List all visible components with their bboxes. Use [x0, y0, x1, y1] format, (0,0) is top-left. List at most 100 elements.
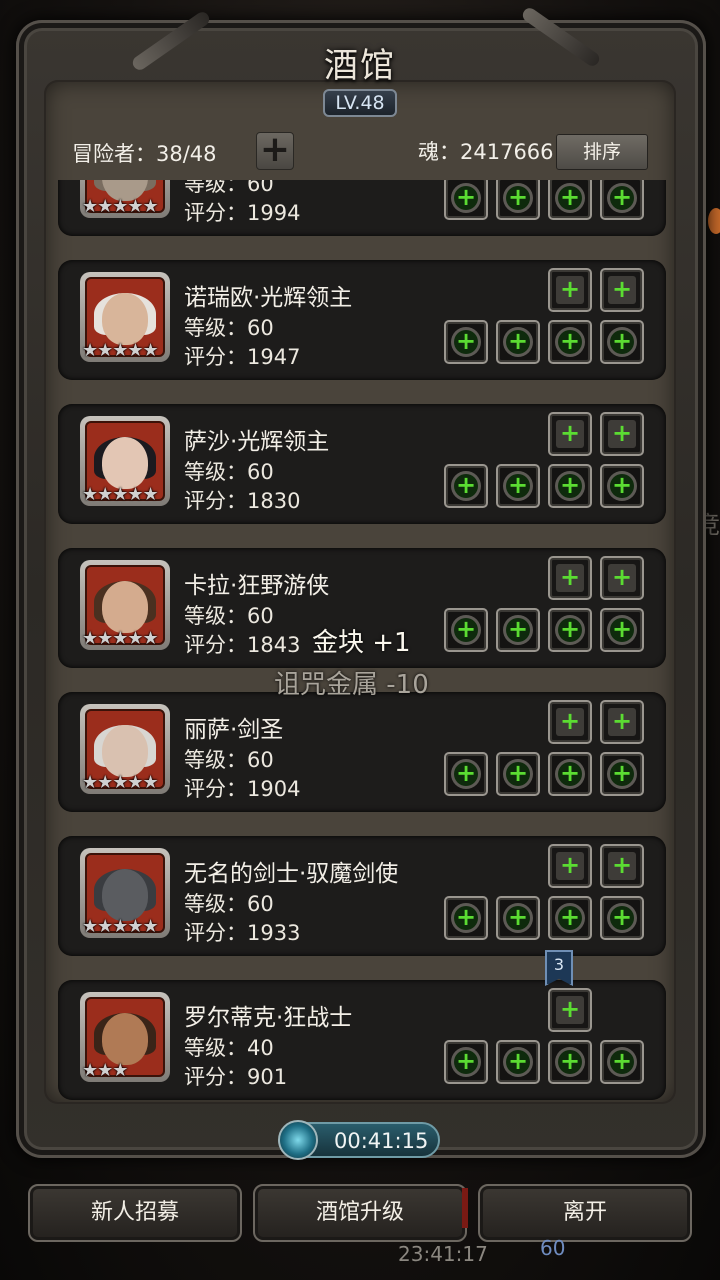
- recruit-button[interactable]: 新人招募: [28, 1184, 242, 1242]
- add-icon: +: [558, 615, 582, 643]
- equipment-slot[interactable]: +: [444, 180, 488, 220]
- skill-slot[interactable]: +: [600, 268, 644, 312]
- add-icon: +: [611, 563, 633, 591]
- skill-slot[interactable]: +: [548, 556, 592, 600]
- portrait-face: [102, 580, 148, 633]
- equipment-slot[interactable]: +: [496, 752, 540, 796]
- equipment-slot[interactable]: +: [496, 180, 540, 220]
- equipment-slot[interactable]: +: [444, 896, 488, 940]
- portrait-face: [102, 292, 148, 345]
- add-icon: +: [558, 471, 582, 499]
- bottom-counter: 60: [540, 1236, 566, 1260]
- add-icon: +: [506, 327, 530, 355]
- adventurer-row[interactable]: ★★★★★ 无名的剑士·驭魔剑使 等级：60 评分：1933 + + + + + +: [58, 836, 666, 956]
- adventurer-row[interactable]: ★★★ 罗尔蒂克·狂战士 等级：40 评分：901 + + + + +: [58, 980, 666, 1100]
- equipment-slot[interactable]: +: [444, 464, 488, 508]
- equipment-slot[interactable]: +: [600, 320, 644, 364]
- page-title: 酒馆: [324, 46, 396, 86]
- add-icon: +: [558, 1047, 582, 1075]
- soul-count: 魂：2417666: [418, 140, 554, 164]
- equipment-slot[interactable]: +: [496, 896, 540, 940]
- equipment-slot[interactable]: +: [600, 180, 644, 220]
- add-icon: +: [610, 183, 634, 211]
- equipment-slot[interactable]: +: [496, 608, 540, 652]
- equipment-slot[interactable]: +: [600, 896, 644, 940]
- portrait-face: [102, 436, 148, 489]
- skill-slot[interactable]: +: [548, 412, 592, 456]
- add-icon: +: [506, 903, 530, 931]
- star-rating: ★★★★★: [82, 916, 159, 937]
- side-indicator: [708, 208, 720, 234]
- upgrade-tavern-button[interactable]: 酒馆升级: [253, 1184, 467, 1242]
- equipment-slot[interactable]: +: [548, 1040, 592, 1084]
- add-icon: +: [454, 615, 478, 643]
- add-icon: +: [610, 327, 634, 355]
- add-icon: +: [506, 183, 530, 211]
- star-rating: ★★★★★: [82, 484, 159, 505]
- equipment-slot[interactable]: +: [444, 320, 488, 364]
- add-icon: +: [611, 851, 633, 879]
- adventurer-row[interactable]: ★★★★★ 诺瑞欧·光辉领主 等级：60 评分：1947 + + + + + +: [58, 260, 666, 380]
- leave-button[interactable]: 离开: [478, 1184, 692, 1242]
- equipment-slot[interactable]: +: [548, 464, 592, 508]
- adventurer-score: 评分：1904: [184, 777, 301, 801]
- expand-slots-button[interactable]: +: [256, 132, 294, 170]
- skill-slot[interactable]: +: [548, 844, 592, 888]
- add-icon: +: [610, 1047, 634, 1075]
- equipment-slot[interactable]: +: [548, 320, 592, 364]
- adventurer-name: 丽萨·剑圣: [184, 717, 284, 743]
- gold-gain-popup: 金块 +1: [312, 628, 411, 658]
- add-icon: +: [559, 419, 581, 447]
- equipment-slot[interactable]: +: [600, 1040, 644, 1084]
- equipment-slot[interactable]: +: [548, 180, 592, 220]
- adventurer-score: 评分：1830: [184, 489, 301, 513]
- skill-slot[interactable]: +: [548, 700, 592, 744]
- add-icon: +: [610, 903, 634, 931]
- add-icon: +: [611, 707, 633, 735]
- add-icon: +: [610, 615, 634, 643]
- adventurer-score: 评分：1994: [184, 201, 301, 225]
- equipment-slot[interactable]: +: [548, 752, 592, 796]
- skill-slot[interactable]: +: [600, 700, 644, 744]
- adventurer-row[interactable]: ★★★★★ 萨沙·光辉领主 等级：60 评分：1830 + + + + + +: [58, 404, 666, 524]
- equipment-slot[interactable]: +: [600, 608, 644, 652]
- add-icon: +: [610, 759, 634, 787]
- star-rating: ★★★★★: [82, 628, 159, 649]
- skill-slot[interactable]: +: [600, 844, 644, 888]
- equipment-slot[interactable]: +: [496, 464, 540, 508]
- add-icon: +: [611, 275, 633, 303]
- add-icon: +: [559, 995, 581, 1023]
- timer-text: 00:41:15: [334, 1129, 429, 1153]
- skill-slot[interactable]: +: [600, 556, 644, 600]
- equipment-slot[interactable]: +: [444, 752, 488, 796]
- equipment-slot[interactable]: +: [548, 608, 592, 652]
- equipment-slot[interactable]: +: [444, 608, 488, 652]
- adventurer-level: 等级：40: [184, 1036, 274, 1060]
- adventurer-level: 等级：60: [184, 180, 274, 196]
- adventurer-level: 等级：60: [184, 892, 274, 916]
- equipment-slot[interactable]: +: [600, 752, 644, 796]
- equipment-slot[interactable]: +: [496, 1040, 540, 1084]
- add-icon: +: [454, 903, 478, 931]
- adventurer-row[interactable]: ★★★★★ 等级：60 评分：1994 + + + +: [58, 180, 666, 236]
- add-icon: +: [454, 471, 478, 499]
- adventurer-score: 评分：1947: [184, 345, 301, 369]
- adventurer-score: 评分：1933: [184, 921, 301, 945]
- divider-mark: [462, 1188, 468, 1228]
- sort-button[interactable]: 排序: [556, 134, 648, 170]
- adventurer-score: 评分：1843: [184, 633, 301, 657]
- adventurer-name: 无名的剑士·驭魔剑使: [184, 861, 399, 887]
- adventurer-level: 等级：60: [184, 604, 274, 628]
- add-icon: +: [559, 707, 581, 735]
- equipment-slot[interactable]: +: [496, 320, 540, 364]
- timer-bar: 00:41:15: [278, 1120, 440, 1160]
- skill-slot[interactable]: +: [600, 412, 644, 456]
- equipment-slot[interactable]: +: [600, 464, 644, 508]
- adventurer-row[interactable]: ★★★★★ 丽萨·剑圣 等级：60 评分：1904 + + + + + +: [58, 692, 666, 812]
- adventurer-name: 卡拉·狂野游侠: [184, 573, 330, 599]
- add-icon: +: [559, 275, 581, 303]
- skill-slot[interactable]: +: [548, 988, 592, 1032]
- equipment-slot[interactable]: +: [444, 1040, 488, 1084]
- skill-slot[interactable]: +: [548, 268, 592, 312]
- equipment-slot[interactable]: +: [548, 896, 592, 940]
